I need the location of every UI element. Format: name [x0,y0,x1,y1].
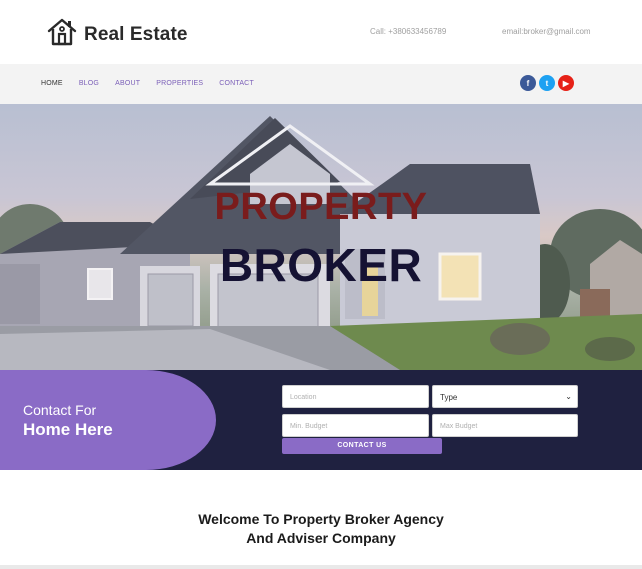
hero-title-line1: PROPERTY [214,186,428,228]
welcome-section: Welcome To Property Broker Agency And Ad… [0,470,642,565]
facebook-icon[interactable]: f [520,75,536,91]
top-bar: Real Estate Call: +380633456789 email:br… [0,0,642,64]
section-divider [0,565,642,569]
youtube-icon[interactable]: ▶ [558,75,574,91]
logo[interactable]: Real Estate [46,16,188,53]
welcome-heading: Welcome To Property Broker Agency And Ad… [0,510,642,548]
email-text: email:broker@gmail.com [502,27,591,36]
twitter-icon[interactable]: t [539,75,555,91]
type-select[interactable]: Type ⌄ [432,385,578,408]
nav-item-blog[interactable]: BLOG [79,80,99,87]
house-photo [0,116,642,370]
phone-text: Call: +380633456789 [370,27,447,36]
hero-title-line2: BROKER [219,239,423,291]
type-select-value: Type [440,393,458,402]
nav-item-home[interactable]: HOME [41,80,63,87]
social-links: f t ▶ [520,75,574,91]
contact-us-button[interactable]: CONTACT US [282,438,442,454]
nav-item-about[interactable]: ABOUT [115,80,140,87]
page: Real Estate Call: +380633456789 email:br… [0,0,642,569]
max-budget-input[interactable]: Max Budget [432,414,578,437]
hero-banner: PROPERTY BROKER [0,104,642,370]
main-nav: HOME BLOG ABOUT PROPERTIES CONTACT f t ▶ [0,64,642,104]
nav-menu: HOME BLOG ABOUT PROPERTIES CONTACT [41,80,254,87]
location-input[interactable]: Location [282,385,429,408]
contact-callout-line2: Home Here [23,420,113,439]
nav-item-contact[interactable]: CONTACT [219,80,254,87]
nav-item-properties[interactable]: PROPERTIES [156,80,203,87]
min-budget-input[interactable]: Min. Budget [282,414,429,437]
contact-strip: Contact For Home Here Location Type ⌄ Mi… [0,370,642,470]
house-icon [46,16,78,53]
welcome-line2: And Adviser Company [246,530,396,546]
logo-text: Real Estate [84,23,188,45]
welcome-line1: Welcome To Property Broker Agency [198,511,444,527]
contact-callout-line1: Contact For [23,402,97,418]
chevron-down-icon: ⌄ [565,392,572,401]
